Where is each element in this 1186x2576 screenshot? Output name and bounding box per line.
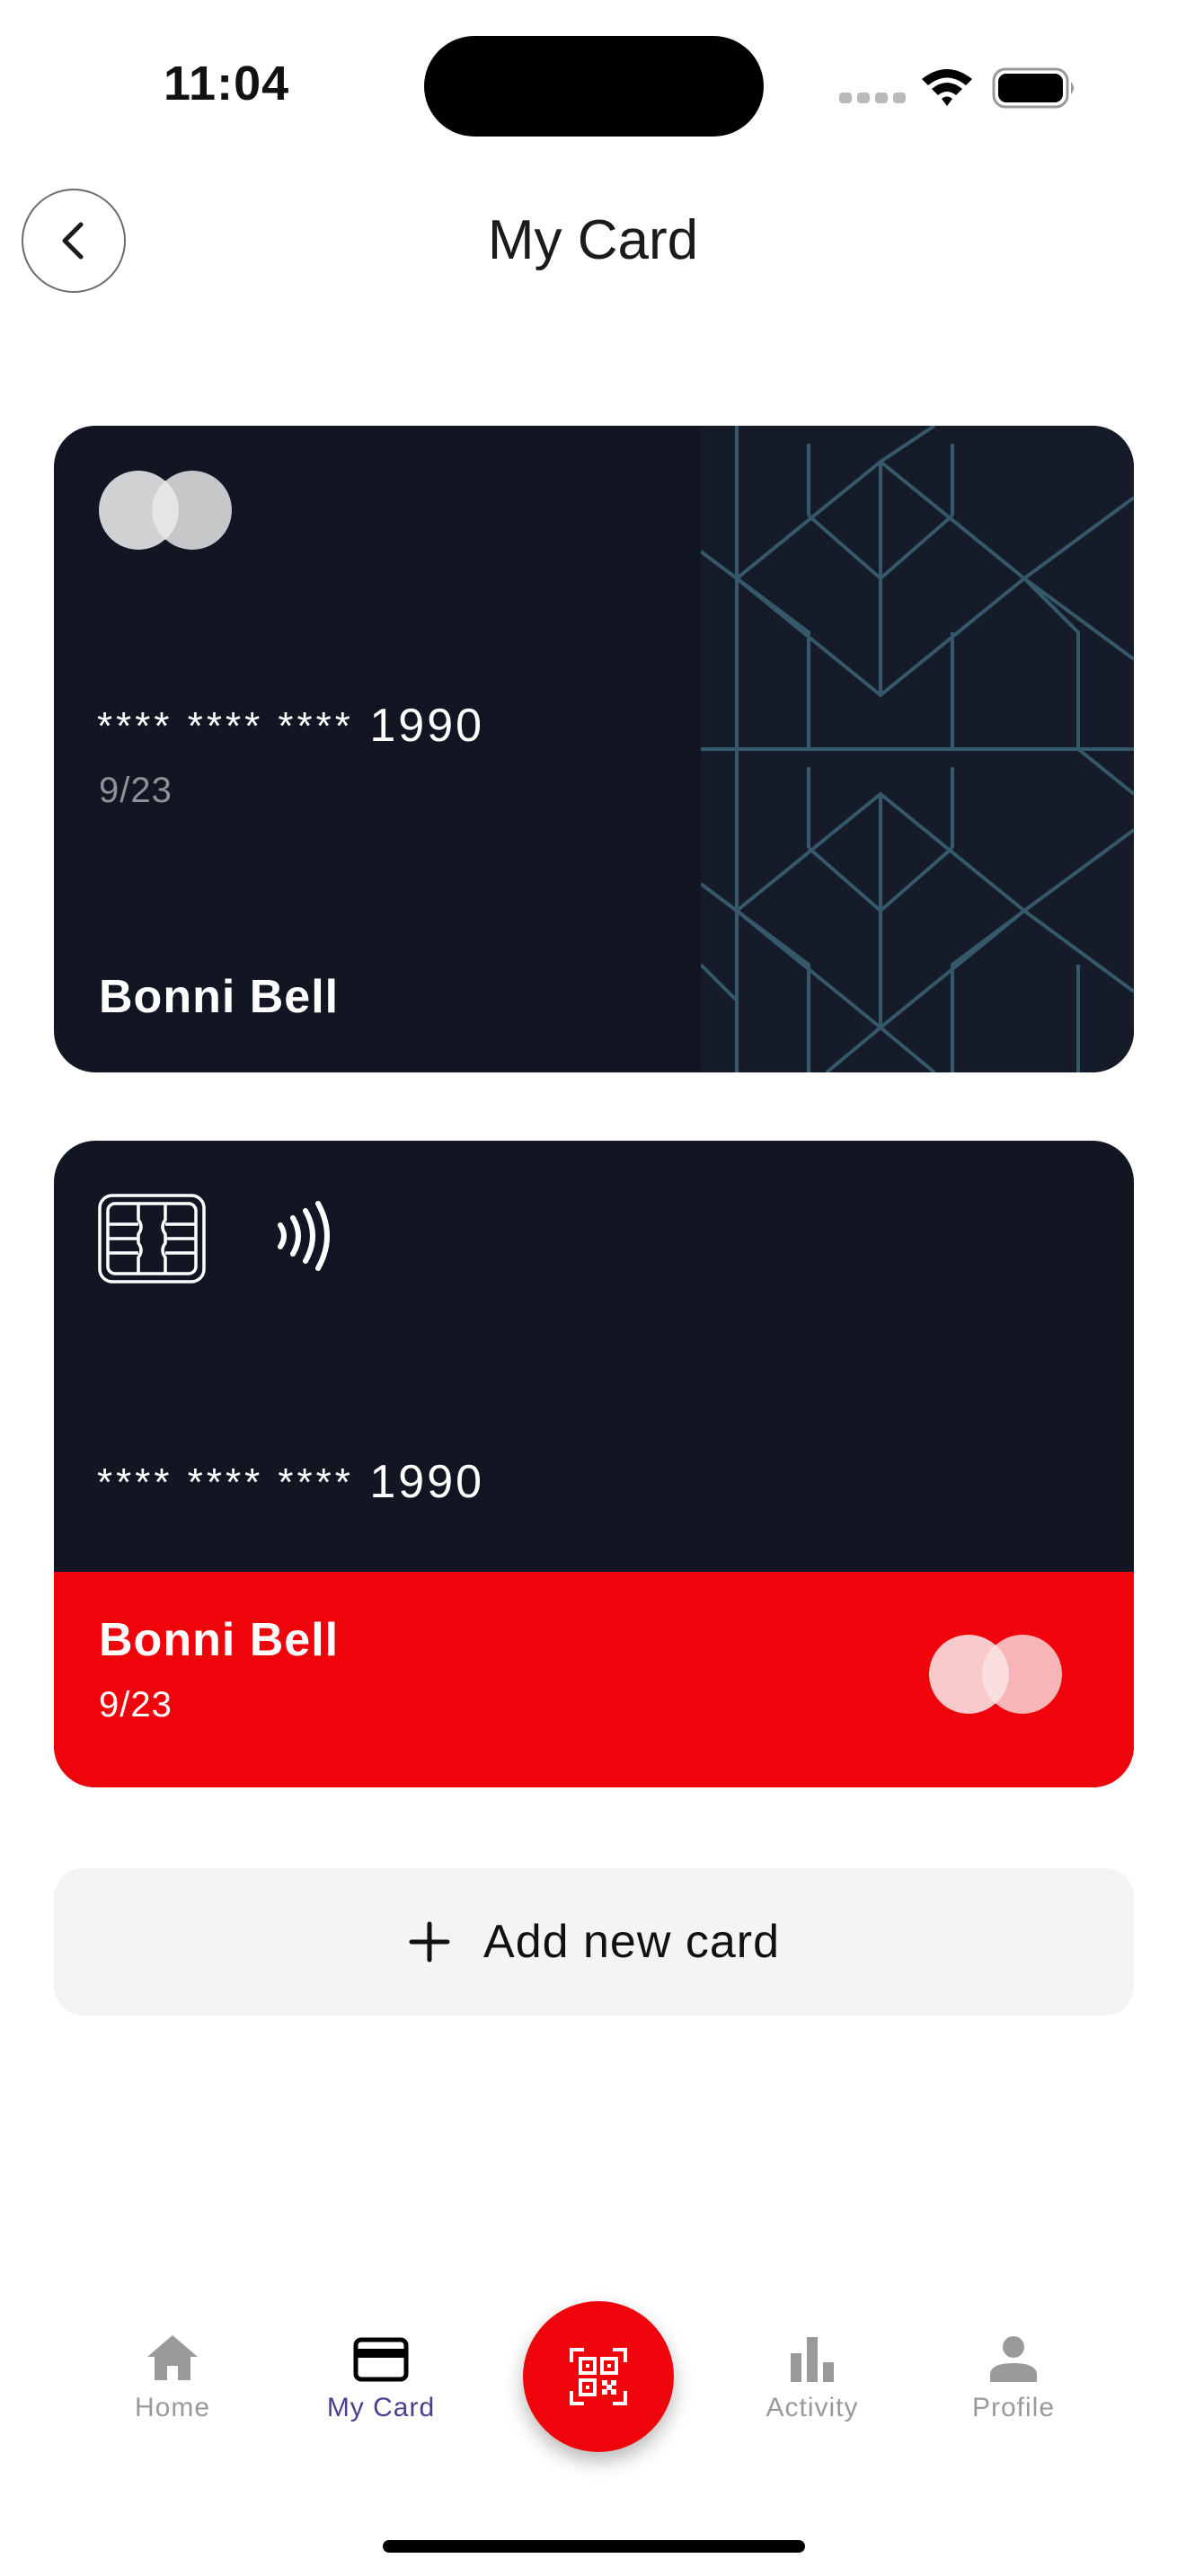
nav-item-activity[interactable]: Activity (722, 2328, 902, 2423)
home-icon (147, 2335, 198, 2380)
battery-icon (992, 66, 1078, 114)
mastercard-logo-icon (929, 1635, 1062, 1714)
plus-icon (409, 1921, 450, 1963)
add-new-card-label: Add new card (483, 1916, 780, 1968)
nav-label: Profile (971, 2393, 1056, 2422)
card-number-last4: 1990 (369, 700, 485, 752)
nav-label: Activity (766, 2393, 859, 2422)
wifi-icon (918, 65, 976, 114)
card-number-last4: 1990 (369, 1456, 485, 1508)
cellular-signal-icon (839, 92, 911, 108)
bar-chart-icon (791, 2337, 834, 2382)
card-icon (353, 2337, 409, 2382)
mastercard-logo-icon (99, 471, 232, 550)
nav-label: Home (134, 2393, 211, 2422)
status-time: 11:04 (164, 57, 290, 110)
card-number: **** **** **** 1990 (97, 1455, 484, 1509)
card-expiry: 9/23 (99, 1685, 173, 1725)
nav-label: My Card (326, 2393, 436, 2422)
contactless-icon (278, 1201, 330, 1271)
card-holder-name: Bonni Bell (99, 1614, 340, 1666)
page-title: My Card (487, 209, 699, 271)
card-holder-name: Bonni Bell (99, 971, 340, 1023)
nav-item-my-card[interactable]: My Card (291, 2328, 471, 2423)
card-number: **** **** **** 1990 (97, 699, 484, 753)
qr-scan-icon (570, 2348, 627, 2405)
card-pattern-graphic (701, 426, 1134, 1072)
nav-item-home[interactable]: Home (83, 2328, 262, 2423)
card-number-mask: **** **** **** (97, 1460, 354, 1504)
person-icon (990, 2336, 1037, 2382)
qr-scan-button[interactable] (523, 2301, 674, 2452)
payment-card-2[interactable]: **** **** **** 1990 Bonni Bell 9/23 (54, 1141, 1134, 1787)
card-number-mask: **** **** **** (97, 704, 354, 748)
chip-icon (98, 1194, 206, 1284)
home-indicator[interactable] (383, 2540, 805, 2553)
dynamic-island (424, 36, 764, 137)
payment-card-1[interactable]: **** **** **** 1990 9/23 Bonni Bell (54, 426, 1134, 1072)
card-expiry: 9/23 (99, 771, 173, 810)
nav-item-profile[interactable]: Profile (924, 2328, 1103, 2423)
add-new-card-button[interactable]: Add new card (54, 1868, 1134, 2016)
